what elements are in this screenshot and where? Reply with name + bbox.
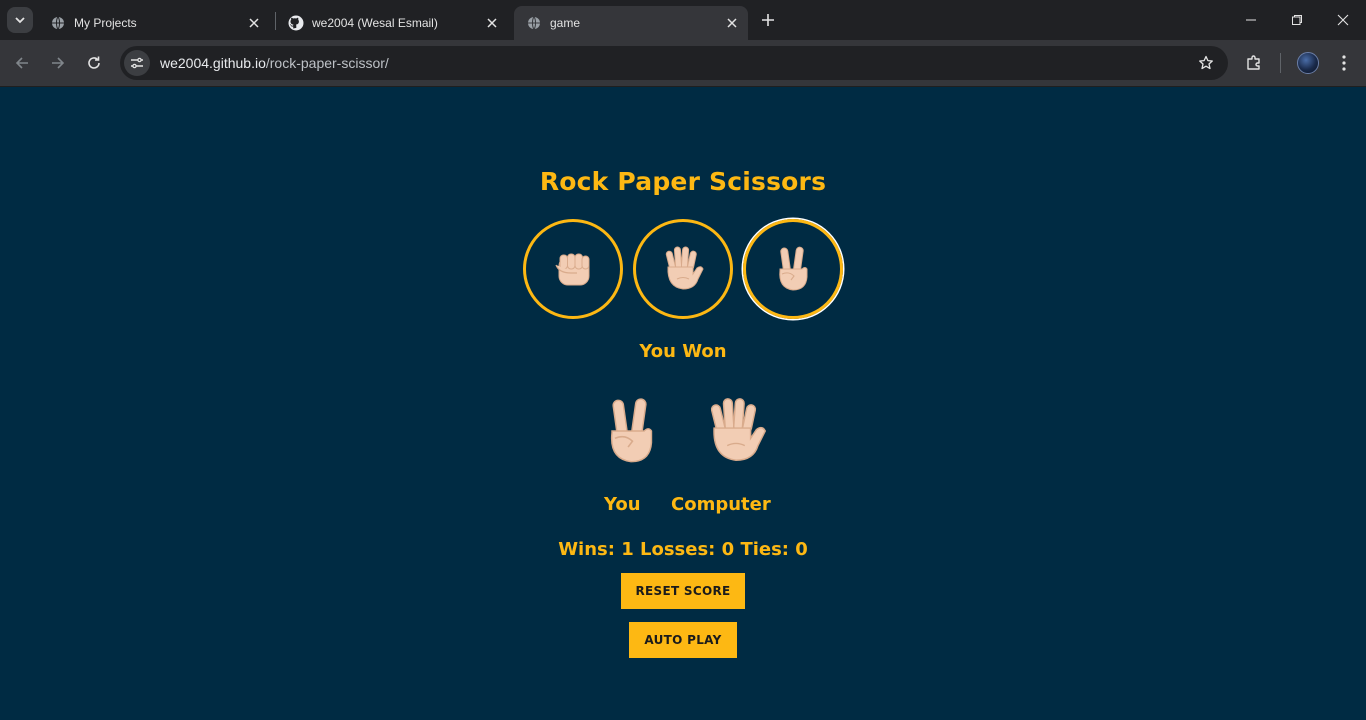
tab-title: My Projects xyxy=(74,16,137,30)
tab-game[interactable]: game xyxy=(514,6,748,40)
tab-title: game xyxy=(550,16,581,30)
tab-github[interactable]: we2004 (Wesal Esmail) xyxy=(276,6,508,40)
tab-bar: My Projects we2004 (Wesal Esmail) game xyxy=(0,0,1366,40)
kebab-menu-icon xyxy=(1342,55,1346,71)
rock-button[interactable] xyxy=(523,219,623,319)
reload-icon xyxy=(88,56,100,69)
restore-icon xyxy=(1292,15,1302,25)
menu-button[interactable] xyxy=(1330,49,1358,77)
minimize-icon xyxy=(1246,19,1256,21)
restore-button[interactable] xyxy=(1274,0,1320,40)
tab-title: we2004 (Wesal Esmail) xyxy=(312,16,438,30)
score-text: Wins: 1 Losses: 0 Ties: 0 xyxy=(558,539,808,560)
toolbar-divider xyxy=(1280,53,1281,73)
puzzle-icon xyxy=(1247,55,1260,70)
address-bar[interactable]: we2004.github.io/rock-paper-scissor/ xyxy=(120,46,1228,80)
close-window-button[interactable] xyxy=(1320,0,1366,40)
close-tab-icon[interactable] xyxy=(722,13,742,33)
back-button[interactable] xyxy=(8,49,36,77)
profile-button[interactable] xyxy=(1294,49,1322,77)
url-path: /rock-paper-scissor/ xyxy=(265,55,389,71)
close-tab-icon[interactable] xyxy=(482,13,502,33)
star-icon xyxy=(1199,55,1213,70)
reset-score-button[interactable]: RESET SCORE xyxy=(621,573,745,609)
result-text: You Won xyxy=(639,341,727,362)
tab-my-projects[interactable]: My Projects xyxy=(38,6,270,40)
reload-button[interactable] xyxy=(80,49,108,77)
victory-hand-emoji-icon xyxy=(779,246,808,291)
arrow-right-icon xyxy=(52,57,65,69)
game-page: Rock Paper Scissors You Won You Computer… xyxy=(0,87,1366,720)
github-icon xyxy=(288,15,304,31)
globe-icon xyxy=(50,15,66,31)
url-text: we2004.github.io/rock-paper-scissor/ xyxy=(160,55,389,71)
paper-button[interactable] xyxy=(633,219,733,319)
page-title: Rock Paper Scissors xyxy=(539,167,827,196)
extensions-button[interactable] xyxy=(1240,49,1268,77)
close-tab-icon[interactable] xyxy=(244,13,264,33)
fist-emoji-icon xyxy=(555,253,590,286)
minimize-button[interactable] xyxy=(1228,0,1274,40)
player-label: You xyxy=(604,494,641,515)
close-icon xyxy=(1337,14,1349,26)
url-host: we2004.github.io xyxy=(160,55,266,71)
chevron-down-icon xyxy=(15,17,25,24)
computer-label: Computer xyxy=(671,494,771,515)
open-hand-emoji-icon xyxy=(665,246,704,290)
auto-play-button[interactable]: AUTO PLAY xyxy=(629,622,737,658)
computer-move-open-hand-icon xyxy=(710,398,767,461)
avatar xyxy=(1297,52,1319,74)
new-tab-button[interactable] xyxy=(756,8,780,32)
tab-search-button[interactable] xyxy=(7,7,33,33)
browser-toolbar: we2004.github.io/rock-paper-scissor/ xyxy=(0,40,1366,86)
player-move-victory-hand-icon xyxy=(610,398,653,463)
globe-icon xyxy=(526,15,542,31)
plus-icon xyxy=(762,14,774,26)
scissors-button[interactable] xyxy=(743,219,843,319)
tune-icon xyxy=(131,57,143,69)
bookmark-star-button[interactable] xyxy=(1196,53,1216,73)
site-info-button[interactable] xyxy=(124,50,150,76)
forward-button[interactable] xyxy=(44,49,72,77)
arrow-left-icon xyxy=(15,57,28,69)
